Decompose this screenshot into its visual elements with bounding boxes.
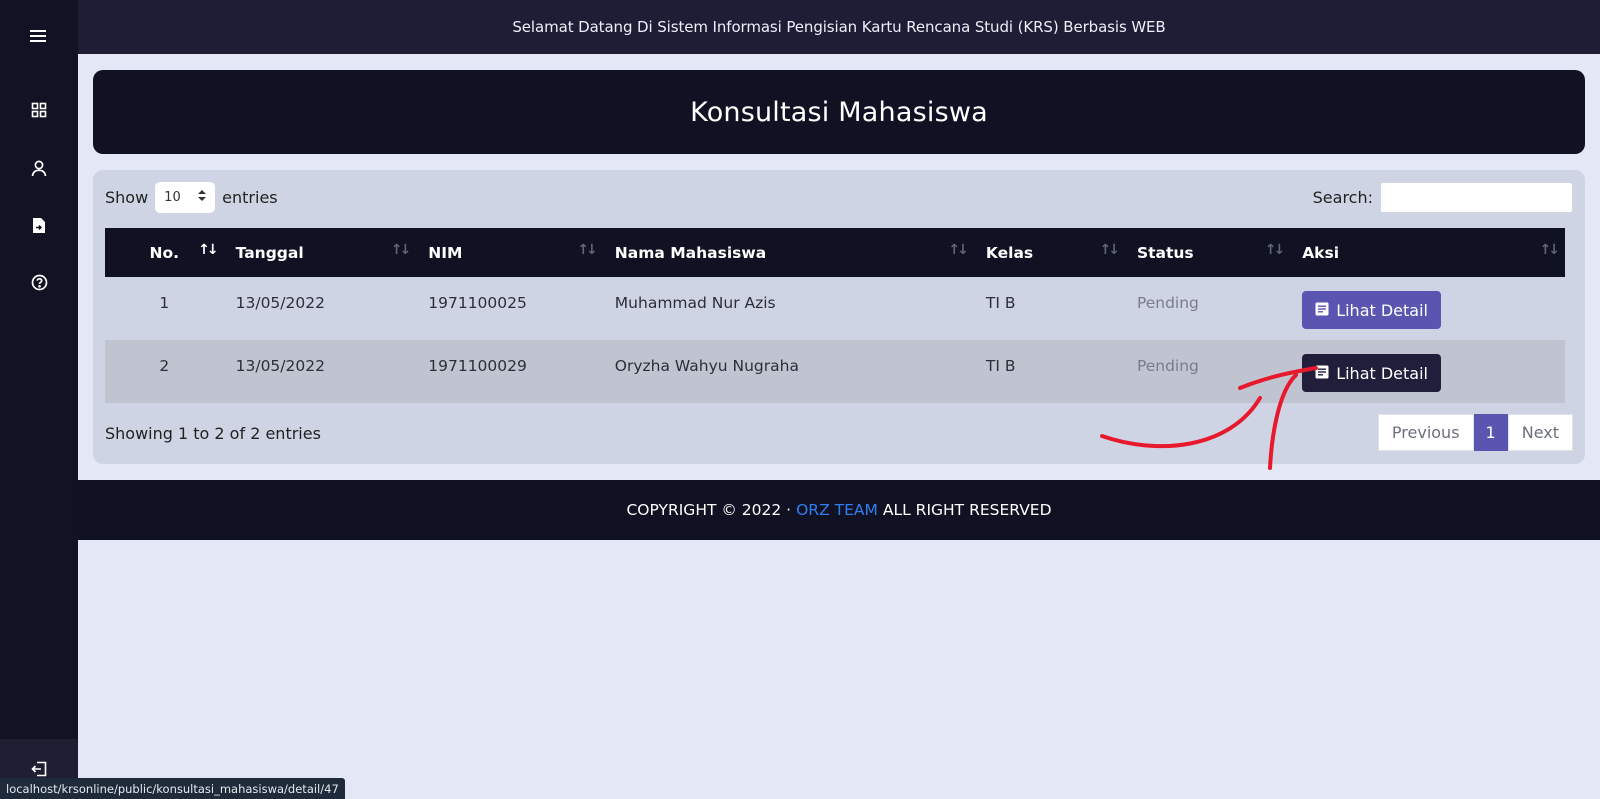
show-label: Show bbox=[105, 188, 149, 207]
status-url: localhost/krsonline/public/konsultasi_ma… bbox=[0, 778, 345, 799]
sidebar bbox=[0, 0, 78, 799]
page-title: Konsultasi Mahasiswa bbox=[690, 96, 988, 128]
sort-icon: ↑↓ bbox=[1264, 242, 1286, 258]
consultation-table: No. ↑↓ Tanggal ↑↓ NIM ↑↓ Nama Mahasiswa ↑↓ K… bbox=[105, 228, 1565, 403]
cell-status: Pending bbox=[1136, 294, 1199, 312]
cell-no: 2 bbox=[159, 357, 170, 375]
column-header-no[interactable]: No. ↑↓ bbox=[105, 228, 224, 277]
document-icon[interactable] bbox=[0, 205, 78, 245]
lihat-detail-label: Lihat Detail bbox=[1336, 363, 1428, 383]
entries-select[interactable]: 10 bbox=[155, 182, 216, 213]
table-row: 1 13/05/2022 1971100025 Muhammad Nur Azi… bbox=[105, 277, 1565, 340]
menu-icon[interactable] bbox=[0, 16, 78, 56]
cell-aksi: Lihat Detail bbox=[1290, 277, 1565, 340]
updown-chevron-icon bbox=[198, 190, 207, 205]
data-table-card: Show 10 entries Search: No. ↑↓ Tanggal ↑↓ … bbox=[93, 170, 1585, 464]
column-header-aksi[interactable]: Aksi ↑↓ bbox=[1290, 228, 1565, 277]
copyright-prefix: COPYRIGHT © 2022 · bbox=[626, 501, 792, 519]
pagination-previous[interactable]: Previous bbox=[1377, 414, 1474, 451]
sort-icon: ↑↓ bbox=[577, 242, 598, 258]
sort-icon: ↑↓ bbox=[1099, 242, 1120, 258]
entries-select-value: 10 bbox=[164, 190, 181, 205]
note-icon bbox=[1315, 301, 1329, 320]
user-icon[interactable] bbox=[0, 148, 78, 188]
column-header-nim[interactable]: NIM ↑↓ bbox=[416, 228, 603, 277]
lihat-detail-button[interactable]: Lihat Detail bbox=[1302, 291, 1441, 329]
help-icon[interactable] bbox=[0, 262, 78, 302]
sort-icon: ↑↓ bbox=[390, 242, 412, 258]
lihat-detail-button[interactable]: Lihat Detail bbox=[1302, 354, 1441, 392]
dashboard-icon[interactable] bbox=[0, 90, 78, 130]
cell-status: Pending bbox=[1136, 357, 1199, 375]
table-info: Showing 1 to 2 of 2 entries bbox=[105, 424, 321, 443]
column-header-nama[interactable]: Nama Mahasiswa ↑↓ bbox=[603, 228, 974, 277]
pagination-page[interactable]: 1 bbox=[1473, 414, 1508, 451]
cell-tanggal: 13/05/2022 bbox=[235, 294, 325, 312]
copyright-suffix: ALL RIGHT RESERVED bbox=[882, 501, 1052, 519]
sort-icon: ↑↓ bbox=[1539, 242, 1561, 258]
cell-nama: Muhammad Nur Azis bbox=[614, 294, 776, 312]
entries-length-control: Show 10 entries bbox=[105, 182, 278, 213]
cell-no: 1 bbox=[159, 294, 170, 312]
search-input[interactable] bbox=[1380, 182, 1573, 213]
sort-icon: ↑↓ bbox=[948, 242, 969, 258]
team-link[interactable]: ORZ TEAM bbox=[796, 501, 878, 519]
column-header-tanggal[interactable]: Tanggal ↑↓ bbox=[224, 228, 417, 277]
table-header-row: No. ↑↓ Tanggal ↑↓ NIM ↑↓ Nama Mahasiswa ↑↓ K… bbox=[105, 228, 1565, 277]
cell-nim: 1971100025 bbox=[428, 294, 527, 312]
cell-tanggal: 13/05/2022 bbox=[235, 357, 325, 375]
sort-icon: ↑↓ bbox=[198, 242, 219, 258]
page-title-card: Konsultasi Mahasiswa bbox=[93, 70, 1585, 154]
table-row: 2 13/05/2022 1971100029 Oryzha Wahyu Nug… bbox=[105, 340, 1565, 403]
header-bar: Selamat Datang Di Sistem Informasi Pengi… bbox=[78, 0, 1600, 54]
cell-kelas: TI B bbox=[985, 357, 1016, 375]
footer: COPYRIGHT © 2022 · ORZ TEAM ALL RIGHT RE… bbox=[78, 480, 1600, 540]
welcome-title: Selamat Datang Di Sistem Informasi Pengi… bbox=[512, 18, 1166, 36]
search-label: Search: bbox=[1312, 188, 1373, 207]
cell-nim: 1971100029 bbox=[428, 357, 527, 375]
pagination-next[interactable]: Next bbox=[1507, 414, 1573, 451]
column-header-status[interactable]: Status ↑↓ bbox=[1125, 228, 1290, 277]
pagination: Previous 1 Next bbox=[1377, 414, 1573, 451]
search-control: Search: bbox=[1313, 182, 1573, 213]
cell-aksi: Lihat Detail bbox=[1290, 340, 1565, 403]
entries-label: entries bbox=[222, 188, 278, 207]
cell-nama: Oryzha Wahyu Nugraha bbox=[614, 357, 799, 375]
lihat-detail-label: Lihat Detail bbox=[1336, 300, 1428, 320]
note-icon bbox=[1315, 364, 1329, 383]
column-header-kelas[interactable]: Kelas ↑↓ bbox=[974, 228, 1125, 277]
cell-kelas: TI B bbox=[985, 294, 1016, 312]
